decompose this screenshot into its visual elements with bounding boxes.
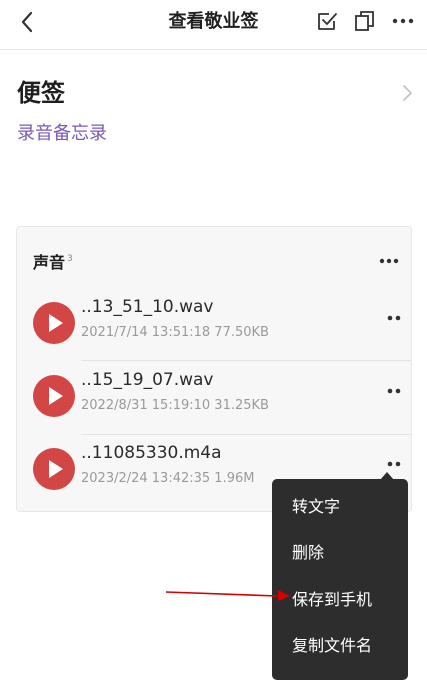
play-icon — [49, 460, 63, 478]
item-more-icon[interactable] — [383, 456, 405, 472]
item-more-icon[interactable] — [383, 310, 405, 326]
audio-file-meta: 2023/2/24 13:42:35 1.96M — [81, 471, 255, 486]
audio-card-title: 声音 3 — [33, 251, 73, 275]
chevron-right-icon[interactable] — [398, 82, 416, 104]
item-more-icon[interactable] — [383, 383, 405, 399]
play-button[interactable] — [33, 448, 75, 490]
card-more-icon[interactable] — [377, 249, 401, 273]
divider — [81, 360, 411, 361]
play-button[interactable] — [33, 375, 75, 417]
audio-file-meta: 2022/8/31 15:19:10 31.25KB — [81, 398, 269, 413]
audio-file-name: ..15_19_07.wav — [81, 370, 214, 390]
audio-card: 声音 3 ..13_51_10.wav 2021/7/14 13:51:18 77… — [16, 226, 412, 512]
menu-item-copy-filename[interactable]: 复制文件名 — [292, 635, 372, 657]
menu-item-transcribe[interactable]: 转文字 — [292, 496, 340, 518]
note-category-title: 便签 — [17, 79, 65, 107]
audio-card-title-text: 声音 — [33, 253, 66, 272]
top-bar: 查看敬业签 — [0, 0, 427, 50]
more-icon[interactable] — [390, 8, 416, 34]
note-content[interactable]: 录音备忘录 — [17, 121, 107, 147]
menu-caret — [380, 472, 394, 480]
menu-item-delete[interactable]: 删除 — [292, 542, 324, 564]
annotation-arrow-icon — [166, 590, 290, 601]
audio-list-item[interactable]: ..15_19_07.wav 2022/8/31 15:19:10 31.25K… — [17, 370, 411, 448]
audio-file-name: ..13_51_10.wav — [81, 297, 214, 317]
check-square-icon[interactable] — [314, 8, 340, 34]
play-icon — [49, 314, 63, 332]
play-button[interactable] — [33, 302, 75, 344]
copy-icon[interactable] — [352, 8, 378, 34]
context-menu: 转文字 删除 保存到手机 复制文件名 — [272, 472, 408, 680]
audio-file-name: ..11085330.m4a — [81, 443, 222, 463]
menu-item-save-to-phone[interactable]: 保存到手机 — [292, 589, 372, 611]
divider — [81, 434, 411, 435]
audio-file-meta: 2021/7/14 13:51:18 77.50KB — [81, 325, 269, 340]
play-icon — [49, 387, 63, 405]
audio-list-item[interactable]: ..13_51_10.wav 2021/7/14 13:51:18 77.50K… — [17, 297, 411, 375]
audio-count-badge: 3 — [67, 254, 73, 264]
